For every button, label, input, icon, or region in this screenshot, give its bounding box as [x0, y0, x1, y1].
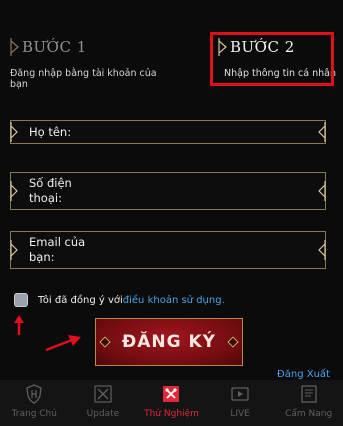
field-ornament-icon [10, 240, 18, 260]
terms-text: Tôi đã đồng ý với [38, 294, 123, 306]
phone-label: Số điện thoại: [29, 176, 72, 205]
step-marker-icon [10, 38, 19, 56]
email-input[interactable] [111, 236, 311, 264]
book-icon [301, 385, 317, 403]
register-button-label: ĐĂNG KÝ [122, 332, 216, 352]
step-1: BƯỚC 1 Đăng nhập bằng tài khoản của bạn [10, 34, 170, 90]
field-ornament-icon [318, 122, 326, 142]
tools-icon [163, 386, 180, 402]
field-ornament-icon [318, 240, 326, 260]
swords-icon [94, 385, 112, 403]
name-input[interactable] [111, 125, 311, 139]
button-ornament-icon [227, 336, 239, 348]
play-icon [231, 387, 249, 401]
email-field[interactable]: Email của bạn: [10, 231, 326, 269]
field-ornament-icon [10, 181, 18, 201]
nav-label-home: Trang Chủ [11, 409, 57, 419]
nav-item-home[interactable]: Trang Chủ [0, 380, 69, 426]
register-button[interactable]: ĐĂNG KÝ [95, 318, 243, 366]
nav-item-live[interactable]: LIVE [206, 380, 275, 426]
nav-item-guide[interactable]: Cẩm Nang [274, 380, 343, 426]
step-1-subtitle: Đăng nhập bằng tài khoản của bạn [10, 68, 157, 90]
phone-input[interactable] [111, 177, 311, 205]
name-field[interactable]: Họ tên: [10, 120, 326, 144]
nav-label-update: Update [86, 409, 120, 419]
annotation-arrow-icon [45, 335, 81, 352]
shield-icon [26, 384, 43, 404]
terms-agreement: Tôi đã đồng ý với điều khoản sử dụng. [14, 293, 225, 307]
field-ornament-icon [318, 181, 326, 201]
terms-link[interactable]: điều khoản sử dụng. [123, 295, 225, 306]
nav-item-test[interactable]: Thử Nghiệm [137, 380, 206, 426]
email-label: Email của bạn: [29, 235, 86, 264]
annotation-arrow-icon [14, 315, 24, 335]
nav-label-guide: Cẩm Nang [285, 409, 333, 419]
field-ornament-icon [10, 122, 18, 142]
nav-item-update[interactable]: Update [69, 380, 138, 426]
nav-label-test: Thử Nghiệm [144, 409, 199, 419]
step-1-title: BƯỚC 1 [10, 34, 170, 60]
nav-label-live: LIVE [230, 409, 250, 419]
terms-checkbox[interactable] [14, 293, 28, 307]
logout-link[interactable]: Đăng Xuất [277, 369, 330, 380]
button-ornament-icon [99, 336, 111, 348]
bottom-nav: Trang Chủ Update Thử Nghiệm LIVE Cẩm Nan… [0, 380, 343, 426]
phone-field[interactable]: Số điện thoại: [10, 172, 326, 210]
step-2-highlight-box [210, 32, 334, 86]
step-1-title-text: BƯỚC 1 [22, 38, 87, 56]
name-label: Họ tên: [29, 124, 72, 139]
